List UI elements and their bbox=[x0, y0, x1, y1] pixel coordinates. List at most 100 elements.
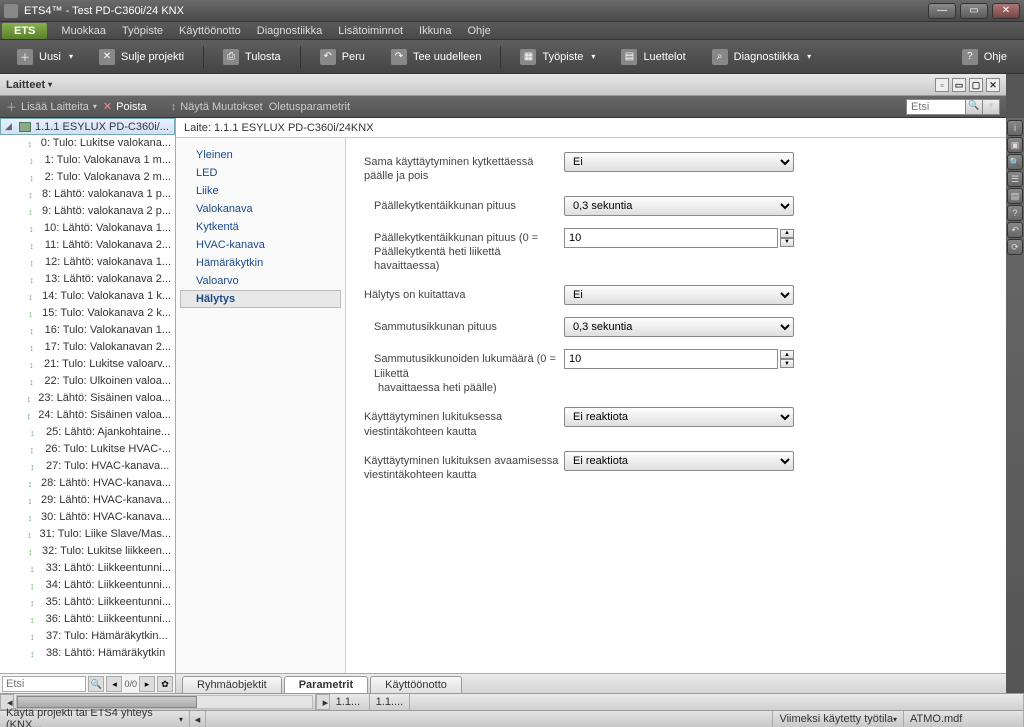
rail-folder-icon[interactable]: ▣ bbox=[1007, 137, 1023, 153]
param-nav-item[interactable]: Valoarvo bbox=[176, 272, 345, 290]
rail-list-icon[interactable]: ☰ bbox=[1007, 171, 1023, 187]
catalogs-button[interactable]: ▤Luettelot bbox=[610, 44, 696, 70]
menu-ohje[interactable]: Ohje bbox=[459, 23, 498, 39]
combo-alarm-ack[interactable]: Ei bbox=[564, 285, 794, 305]
horizontal-scrollbar[interactable] bbox=[16, 695, 313, 709]
tree-item[interactable]: 31: Tulo: Liike Slave/Mas... bbox=[0, 526, 175, 543]
tree-item[interactable]: 37: Tulo: Hämäräkytkin... bbox=[0, 628, 175, 645]
menu-muokkaa[interactable]: Muokkaa bbox=[53, 23, 114, 39]
panel-btn-4[interactable]: ✕ bbox=[986, 78, 1000, 92]
workspace-status[interactable]: Viimeksi käytetty työtila bbox=[773, 711, 904, 727]
addr-2[interactable]: 1.1.... bbox=[370, 694, 410, 710]
tree-item[interactable]: 14: Tulo: Valokanava 1 k... bbox=[0, 288, 175, 305]
ets-menu-button[interactable]: ETS bbox=[2, 23, 47, 39]
tree-item[interactable]: 21: Tulo: Lukitse valoarv... bbox=[0, 356, 175, 373]
rail-search-icon[interactable]: 🔍 bbox=[1007, 154, 1023, 170]
addr-1[interactable]: 1.1... bbox=[330, 694, 370, 710]
menu-tyopiste[interactable]: Työpiste bbox=[114, 23, 171, 39]
minimize-button[interactable]: — bbox=[928, 3, 956, 19]
rail-book-icon[interactable]: ▤ bbox=[1007, 188, 1023, 204]
default-params-button[interactable]: Oletusparametrit bbox=[269, 101, 350, 113]
rail-sync-icon[interactable]: ⟳ bbox=[1007, 239, 1023, 255]
tree-item[interactable]: 38: Lähtö: Hämäräkytkin bbox=[0, 645, 175, 662]
param-nav-item[interactable]: Liike bbox=[176, 182, 345, 200]
tree-item[interactable]: 30: Lähtö: HVAC-kanava... bbox=[0, 509, 175, 526]
close-project-button[interactable]: ✕Sulje projekti bbox=[88, 44, 195, 70]
spin-down[interactable]: ▼ bbox=[780, 238, 794, 247]
tree-item[interactable]: 24: Lähtö: Sisäinen valoa... bbox=[0, 407, 175, 424]
diagnostics-button[interactable]: ⌕Diagnostiikka▾ bbox=[701, 44, 822, 70]
search-options-button[interactable]: ▾ bbox=[982, 99, 1000, 115]
help-button[interactable]: ?Ohje bbox=[951, 44, 1018, 70]
combo-unlock-behaviour[interactable]: Ei reaktiota bbox=[564, 451, 794, 471]
menu-ikkuna[interactable]: Ikkuna bbox=[411, 23, 459, 39]
num-on-window-count[interactable] bbox=[564, 228, 778, 248]
combo-same-behaviour[interactable]: Ei bbox=[564, 152, 794, 172]
spin-up-2[interactable]: ▲ bbox=[780, 350, 794, 359]
tree-search-input[interactable] bbox=[2, 676, 86, 692]
tree-search-next[interactable]: ▸ bbox=[139, 676, 155, 692]
spin-down-2[interactable]: ▼ bbox=[780, 359, 794, 368]
rail-help-icon[interactable]: ? bbox=[1007, 205, 1023, 221]
tree-item[interactable]: 35: Lähtö: Liikkeentunni... bbox=[0, 594, 175, 611]
tree-item[interactable]: 15: Tulo: Valokanava 2 k... bbox=[0, 305, 175, 322]
tree-search-prev[interactable]: ◂ bbox=[106, 676, 122, 692]
num-off-window-count[interactable] bbox=[564, 349, 778, 369]
tree-item[interactable]: 16: Tulo: Valokanavan 1... bbox=[0, 322, 175, 339]
tab-group-objects[interactable]: Ryhmäobjektit bbox=[182, 676, 282, 693]
param-nav-item[interactable]: Yleinen bbox=[176, 146, 345, 164]
param-nav-item[interactable]: Hälytys bbox=[180, 290, 341, 308]
tree-item[interactable]: 13: Lähtö: valokanava 2... bbox=[0, 271, 175, 288]
tree-item[interactable]: 25: Lähtö: Ajankohtaine... bbox=[0, 424, 175, 441]
tree-item[interactable]: 12: Lähtö: valokanava 1... bbox=[0, 254, 175, 271]
add-devices-button[interactable]: ＋Lisää Laitteita ▾ bbox=[6, 99, 97, 115]
panel-btn-2[interactable]: ▭ bbox=[952, 78, 966, 92]
scroll-right[interactable]: ▸ bbox=[316, 694, 330, 710]
tree-item[interactable]: 1: Tulo: Valokanava 1 m... bbox=[0, 152, 175, 169]
print-button[interactable]: ⎙Tulosta bbox=[212, 44, 292, 70]
search-button[interactable]: 🔍 bbox=[965, 99, 983, 115]
menu-lisatoiminnot[interactable]: Lisätoiminnot bbox=[330, 23, 411, 39]
tree-item[interactable]: 27: Tulo: HVAC-kanava... bbox=[0, 458, 175, 475]
param-nav-item[interactable]: LED bbox=[176, 164, 345, 182]
menu-kayttoonotto[interactable]: Käyttöönotto bbox=[171, 23, 249, 39]
param-nav-item[interactable]: HVAC-kanava bbox=[176, 236, 345, 254]
tree-item[interactable]: 22: Tulo: Ulkoinen valoa... bbox=[0, 373, 175, 390]
param-nav-item[interactable]: Hämäräkytkin bbox=[176, 254, 345, 272]
rail-undo-icon[interactable]: ↶ bbox=[1007, 222, 1023, 238]
tree-item[interactable]: 23: Lähtö: Sisäinen valoa... bbox=[0, 390, 175, 407]
panel-btn-3[interactable]: ▢ bbox=[969, 78, 983, 92]
panel-btn-1[interactable]: ▫ bbox=[935, 78, 949, 92]
rail-info-icon[interactable]: i bbox=[1007, 120, 1023, 136]
tab-parameters[interactable]: Parametrit bbox=[284, 676, 368, 693]
tree-item[interactable]: 11: Lähtö: Valokanava 2... bbox=[0, 237, 175, 254]
new-button[interactable]: ＋Uusi▾ bbox=[6, 44, 84, 70]
tree-item[interactable]: 33: Lähtö: Liikkeentunni... bbox=[0, 560, 175, 577]
menu-diagnostiikka[interactable]: Diagnostiikka bbox=[249, 23, 330, 39]
tree-item[interactable]: 26: Tulo: Lukitse HVAC-... bbox=[0, 441, 175, 458]
tree-item[interactable]: 29: Lähtö: HVAC-kanava... bbox=[0, 492, 175, 509]
combo-on-window-len[interactable]: 0,3 sekuntia bbox=[564, 196, 794, 216]
workspace-button[interactable]: ▦Työpiste▾ bbox=[509, 44, 606, 70]
tree-search-gear[interactable]: ✿ bbox=[157, 676, 173, 692]
tree-item[interactable]: 2: Tulo: Valokanava 2 m... bbox=[0, 169, 175, 186]
param-nav-item[interactable]: Valokanava bbox=[176, 200, 345, 218]
tree-item[interactable]: 36: Lähtö: Liikkeentunni... bbox=[0, 611, 175, 628]
tree-search-go[interactable]: 🔍 bbox=[88, 676, 104, 692]
tree-item[interactable]: 28: Lähtö: HVAC-kanava... bbox=[0, 475, 175, 492]
tab-commissioning[interactable]: Käyttöönotto bbox=[370, 676, 462, 693]
tree-item[interactable]: 10: Lähtö: Valokanava 1... bbox=[0, 220, 175, 237]
tree-item[interactable]: 32: Tulo: Lukitse liikkeen... bbox=[0, 543, 175, 560]
delete-button[interactable]: ✕ Poista bbox=[103, 100, 147, 113]
param-nav-item[interactable]: Kytkentä bbox=[176, 218, 345, 236]
connection-status[interactable]: Käytä projekti tai ETS4 yhteys (KNX... bbox=[0, 711, 190, 727]
show-changes-button[interactable]: ↕ Näytä Muutokset bbox=[171, 101, 263, 113]
tree-root-device[interactable]: ◢ 1.1.1 ESYLUX PD-C360i/... bbox=[0, 118, 175, 135]
tree-item[interactable]: 0: Tulo: Lukitse valokana... bbox=[0, 135, 175, 152]
combo-off-window-len[interactable]: 0,3 sekuntia bbox=[564, 317, 794, 337]
maximize-button[interactable]: ▭ bbox=[960, 3, 988, 19]
tree-item[interactable]: 34: Lähtö: Liikkeentunni... bbox=[0, 577, 175, 594]
status-prev[interactable]: ◂ bbox=[190, 711, 206, 727]
close-button[interactable]: ✕ bbox=[992, 3, 1020, 19]
redo-button[interactable]: ↷Tee uudelleen bbox=[380, 44, 493, 70]
